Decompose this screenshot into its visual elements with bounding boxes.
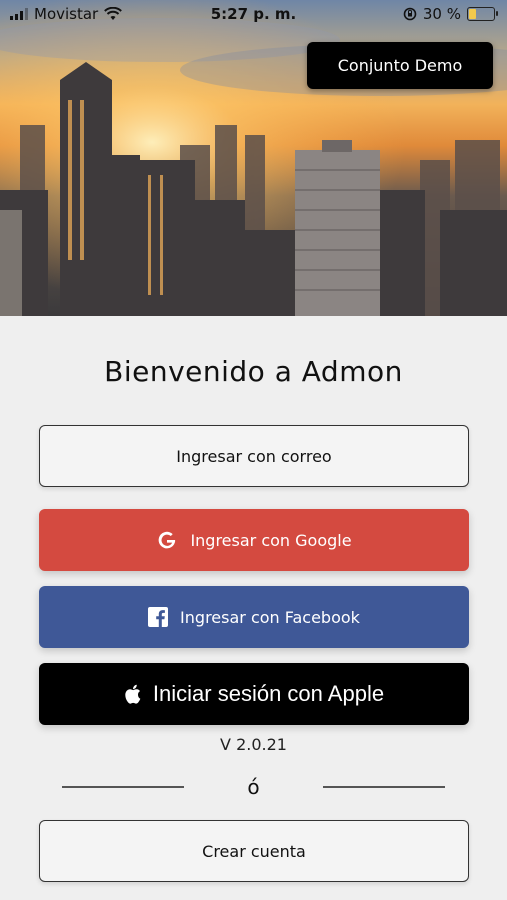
battery-icon [467, 7, 498, 21]
app-version: V 2.0.21 [220, 735, 287, 754]
google-login-button[interactable]: Ingresar con Google [39, 509, 469, 571]
welcome-title: Bienvenido a Admon [104, 355, 403, 388]
facebook-login-label: Ingresar con Facebook [180, 607, 360, 627]
battery-percent: 30 % [422, 5, 461, 23]
google-icon [159, 531, 176, 549]
facebook-icon [148, 607, 169, 627]
google-login-label: Ingresar con Google [190, 530, 352, 550]
demo-set-button[interactable]: Conjunto Demo [307, 42, 493, 89]
apple-signin-label: Iniciar sesión con Apple [152, 681, 385, 706]
email-login-label: Ingresar con correo [176, 446, 332, 466]
apple-signin-button[interactable]: Iniciar sesión con Apple [39, 663, 469, 725]
rotation-lock-icon [403, 7, 417, 21]
create-account-label: Crear cuenta [202, 841, 306, 861]
status-bar-right: 30 % [403, 5, 498, 23]
create-account-button[interactable]: Crear cuenta [39, 820, 469, 882]
divider-right [323, 786, 445, 788]
battery-fill [469, 9, 476, 19]
email-login-button[interactable]: Ingresar con correo [39, 425, 469, 487]
apple-icon [125, 684, 141, 704]
status-bar: Movistar 5:27 p. m. 30 % [0, 0, 507, 30]
facebook-login-button[interactable]: Ingresar con Facebook [39, 586, 469, 648]
